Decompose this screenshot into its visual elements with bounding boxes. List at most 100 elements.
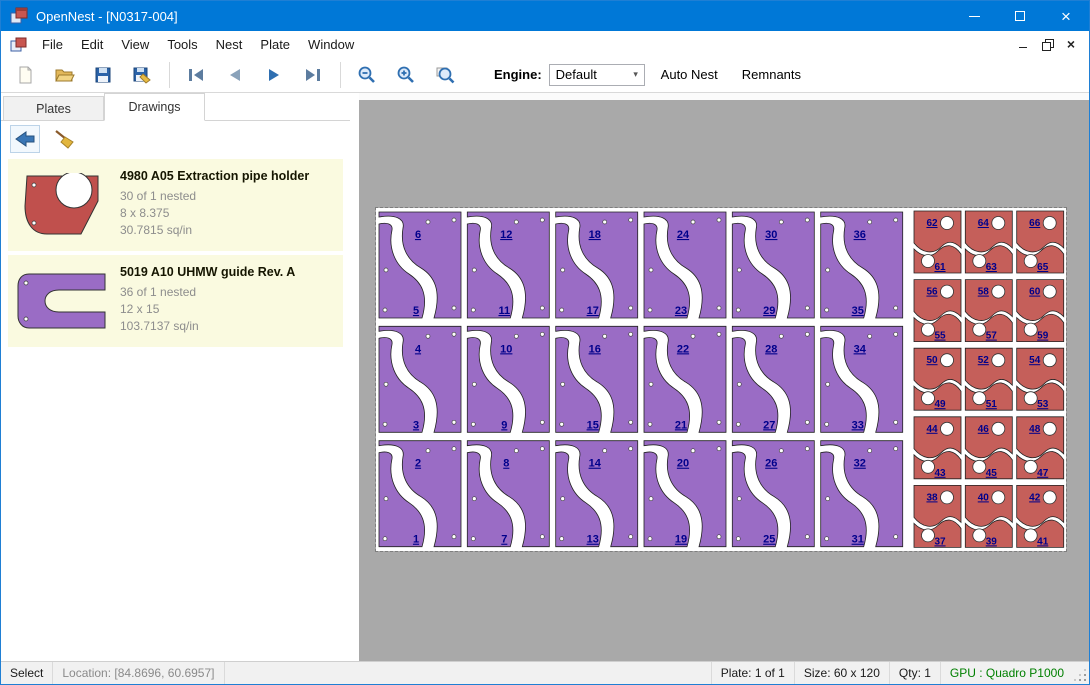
part-number: 55 [934,331,946,342]
purple-part-pair[interactable]: 1817 [556,212,638,318]
part-number: 52 [978,355,990,366]
part-number: 66 [1029,218,1041,229]
clear-drawings-button[interactable] [49,125,79,153]
zoom-out-button[interactable] [351,60,383,90]
purple-part-pair[interactable]: 1211 [467,212,549,318]
part-number: 12 [500,229,512,241]
purple-part-pair[interactable]: 3433 [821,326,903,432]
red-part-pair[interactable]: 5857 [965,280,1012,342]
purple-part-pair[interactable]: 87 [467,441,549,547]
zoom-fit-button[interactable] [429,60,461,90]
part-number: 45 [986,468,998,479]
tab-plates[interactable]: Plates [3,96,104,120]
plate-qty: Qty: 1 [889,662,940,684]
blue-arrow-icon [14,130,36,148]
drawing-name: 4980 A05 Extraction pipe holder [120,169,309,183]
mdi-restore-button[interactable] [1035,34,1059,54]
red-part-pair[interactable]: 6665 [1017,211,1064,273]
purple-part-pair[interactable]: 21 [379,441,461,547]
menu-window[interactable]: Window [299,31,363,57]
red-part-pair[interactable]: 5049 [914,348,961,410]
first-plate-button[interactable] [180,60,212,90]
red-part-pair[interactable]: 5251 [965,348,1012,410]
menu-nest[interactable]: Nest [207,31,252,57]
drawing-item-2[interactable]: 5019 A10 UHMW guide Rev. A 36 of 1 neste… [8,255,343,347]
last-arrow-icon [303,67,323,83]
drawing-list: 4980 A05 Extraction pipe holder 30 of 1 … [1,157,350,661]
drawing-thumbnail-purple [12,263,112,339]
purple-part-pair[interactable]: 43 [379,326,461,432]
toolbar-separator [169,62,170,88]
mdi-minimize-button[interactable] [1011,34,1035,54]
minimize-button[interactable] [951,1,997,31]
menu-view[interactable]: View [112,31,158,57]
purple-part-pair[interactable]: 2423 [644,212,726,318]
next-plate-button[interactable] [258,60,290,90]
remnants-button[interactable]: Remnants [734,62,809,88]
close-button[interactable]: × [1043,1,1089,31]
part-number: 38 [926,492,938,503]
purple-part-pair[interactable]: 109 [467,326,549,432]
purple-part-pair[interactable]: 2221 [644,326,726,432]
part-number: 1 [413,534,419,546]
part-number: 53 [1037,399,1049,410]
red-part-pair[interactable]: 4039 [965,485,1012,547]
part-number: 37 [934,536,946,547]
save-as-button[interactable] [126,60,158,90]
red-part-pair[interactable]: 4645 [965,417,1012,479]
drawing-item-1[interactable]: 4980 A05 Extraction pipe holder 30 of 1 … [8,159,343,251]
drawing-nested-count: 30 of 1 nested [120,188,309,205]
save-button[interactable] [87,60,119,90]
purple-part-pair[interactable]: 3635 [821,212,903,318]
tab-drawings[interactable]: Drawings [104,93,205,121]
new-button[interactable] [9,60,41,90]
purple-part-pair[interactable]: 1413 [556,441,638,547]
part-number: 18 [589,229,601,241]
purple-part-pair[interactable]: 3231 [821,441,903,547]
resize-grip[interactable] [1073,662,1089,684]
red-part-pair[interactable]: 4241 [1017,485,1064,547]
purple-part-pair[interactable]: 1615 [556,326,638,432]
red-part-pair[interactable]: 5453 [1017,348,1064,410]
drawing-name: 5019 A10 UHMW guide Rev. A [120,265,295,279]
last-plate-button[interactable] [297,60,329,90]
purple-part-pair[interactable]: 3029 [732,212,814,318]
purple-part-pair[interactable]: 2827 [732,326,814,432]
red-part-pair[interactable]: 38 37 [914,485,961,547]
purple-part-pair[interactable]: 65 [379,212,461,318]
panel-splitter[interactable] [350,93,359,661]
drawing-info: 5019 A10 UHMW guide Rev. A 36 of 1 neste… [112,263,295,339]
menu-file[interactable]: File [33,31,72,57]
part-number: 58 [978,287,990,298]
red-part-pair[interactable]: 5655 [914,280,961,342]
red-part-pair[interactable]: 6261 [914,211,961,273]
previous-plate-button[interactable] [219,60,251,90]
part-number: 33 [852,419,864,431]
menu-tools[interactable]: Tools [158,31,206,57]
red-part-pair[interactable]: 6463 [965,211,1012,273]
nest-canvas[interactable]: 6512111817242330293635431091615222128273… [359,93,1089,661]
purple-part-pair[interactable]: 2019 [644,441,726,547]
app-window: OpenNest - [N0317-004] × File Edit View … [0,0,1090,685]
part-number: 59 [1037,331,1049,342]
purple-part-pair[interactable]: 2625 [732,441,814,547]
part-number: 27 [763,419,775,431]
replace-drawing-button[interactable] [10,125,40,153]
open-button[interactable] [48,60,80,90]
part-number: 50 [926,355,938,366]
part-number: 44 [926,424,938,435]
red-part-pair[interactable]: 4443 [914,417,961,479]
plate[interactable]: 6512111817242330293635431091615222128273… [376,208,1066,551]
auto-nest-button[interactable]: Auto Nest [653,62,726,88]
red-part-pair[interactable]: 4847 [1017,417,1064,479]
menu-edit[interactable]: Edit [72,31,112,57]
part-number: 61 [934,262,946,273]
mdi-close-button[interactable]: × [1059,34,1083,54]
engine-select[interactable]: Default ▾ [549,64,645,86]
menu-plate[interactable]: Plate [251,31,299,57]
zoom-in-button[interactable] [390,60,422,90]
red-part-pair[interactable]: 6059 [1017,280,1064,342]
save-as-icon [132,65,153,85]
maximize-button[interactable] [997,1,1043,31]
window-title: OpenNest - [N0317-004] [36,9,951,24]
